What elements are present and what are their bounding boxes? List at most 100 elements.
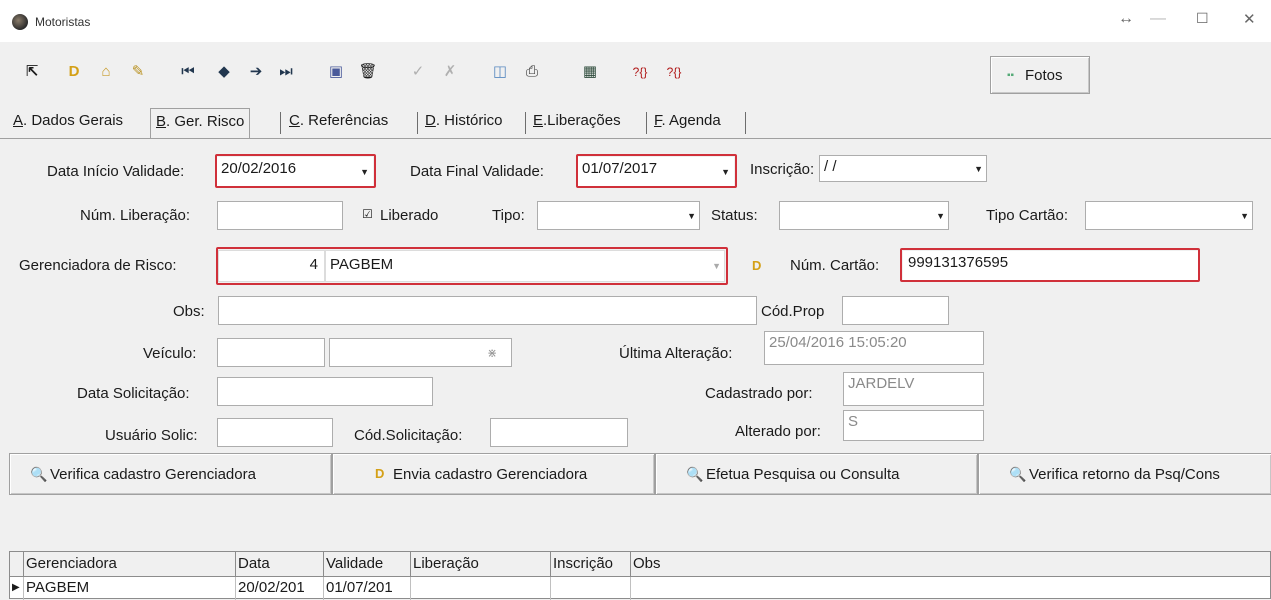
cod-solicitacao-label: Cód.Solicitação: [354, 427, 463, 444]
table-cell[interactable] [411, 577, 551, 600]
tipo-cartao-field[interactable]: ▼ [1085, 201, 1253, 230]
tab-separator [525, 112, 526, 134]
usuario-solic-label: Usuário Solic: [105, 427, 198, 444]
tab-label: . Histórico [435, 112, 503, 129]
confirm-icon[interactable]: ✓ [408, 64, 428, 80]
cod-solicitacao-field[interactable] [490, 418, 628, 447]
print-icon[interactable]: ⎙ [522, 64, 542, 80]
tab-separator [280, 112, 281, 134]
table-cell[interactable]: 20/02/201 [236, 577, 324, 600]
tab-label: .Liberações [543, 112, 621, 129]
tab-separator [417, 112, 418, 134]
liberado-checkbox[interactable]: ☑ [361, 208, 374, 221]
status-field[interactable]: ▼ [779, 201, 949, 230]
prev-icon[interactable]: ◆ [214, 64, 234, 80]
minimize-button[interactable]: — [1150, 10, 1166, 28]
tab-historico[interactable]: D. Histórico [420, 108, 508, 138]
chevron-down-icon[interactable]: ▼ [974, 164, 983, 174]
veiculo-code-field[interactable] [217, 338, 325, 367]
grid-header[interactable]: Obs [631, 552, 1270, 577]
lookup-icon[interactable]: ⋇ [487, 346, 497, 360]
grid-header[interactable]: Gerenciadora [24, 552, 236, 577]
first-icon[interactable]: ⏮ [178, 64, 198, 80]
efetua-pesquisa-button[interactable]: 🔍 Efetua Pesquisa ou Consulta [655, 453, 978, 495]
inscricao-field[interactable]: / / ▼ [819, 155, 987, 182]
edit-icon[interactable]: ✎ [128, 64, 148, 80]
tab-agenda[interactable]: F. Agenda [649, 108, 726, 138]
resize-icon[interactable]: ↔ [1118, 10, 1134, 28]
exit-icon[interactable]: ⇱ [22, 64, 42, 80]
veiculo-name-field[interactable]: ⋇ [329, 338, 512, 367]
usuario-solic-field[interactable] [217, 418, 333, 447]
cod-prop-label: Cód.Prop [761, 303, 825, 320]
verifica-cadastro-button[interactable]: 🔍 Verifica cadastro Gerenciadora [9, 453, 332, 495]
tab-label: . Agenda [661, 112, 721, 129]
num-liberacao-field[interactable] [217, 201, 343, 230]
table-cell[interactable]: 01/07/201 [324, 577, 411, 600]
open-icon[interactable]: ⌂ [96, 64, 116, 80]
search-icon: 🔍 [1009, 466, 1027, 482]
status-label: Status: [711, 207, 758, 224]
chevron-down-icon[interactable]: ▼ [687, 211, 696, 221]
help-icon[interactable]: ?{} [630, 64, 650, 80]
calculator-icon[interactable]: ▦ [580, 64, 600, 80]
table-cell[interactable] [551, 577, 631, 600]
data-inicio-label: Data Início Validade: [47, 163, 185, 180]
maximize-button[interactable]: ☐ [1196, 10, 1209, 27]
tipo-field[interactable]: ▼ [537, 201, 700, 230]
last-icon[interactable]: ⏭ [276, 64, 296, 80]
tipo-cartao-label: Tipo Cartão: [986, 207, 1068, 224]
new-icon[interactable]: D [752, 258, 761, 273]
data-solicitacao-label: Data Solicitação: [77, 385, 190, 402]
delete-icon[interactable]: 🗑 [358, 64, 378, 80]
liberado-label: Liberado [380, 207, 439, 224]
search-icon: 🔍 [30, 466, 48, 482]
data-solicitacao-field[interactable] [217, 377, 433, 406]
close-button[interactable]: ✕ [1243, 10, 1256, 28]
new-icon[interactable]: D [64, 64, 84, 80]
table-cell[interactable] [631, 577, 1270, 600]
tab-ger-risco[interactable]: B. Ger. Risco [150, 108, 251, 138]
title-bar: Motoristas ↔ — ☐ ✕ [0, 0, 1271, 42]
verifica-retorno-button[interactable]: 🔍 Verifica retorno da Psq/Cons [978, 453, 1271, 495]
efetua-pesquisa-label: Efetua Pesquisa ou Consulta [706, 466, 900, 483]
tab-key: B [156, 113, 167, 130]
grid-indicator-header [10, 552, 24, 577]
cancel-icon[interactable]: ✗ [440, 64, 460, 80]
cadastrado-por-label: Cadastrado por: [705, 385, 813, 402]
chevron-down-icon[interactable]: ▼ [1240, 211, 1249, 221]
tipo-label: Tipo: [492, 207, 525, 224]
grid-header[interactable]: Data [236, 552, 324, 577]
grid-header[interactable]: Liberação [411, 552, 551, 577]
obs-field[interactable] [218, 296, 757, 325]
new-icon: D [375, 466, 385, 481]
ultima-alteracao-field: 25/04/2016 15:05:20 [764, 331, 984, 365]
tab-divider [0, 138, 1271, 139]
envia-cadastro-button[interactable]: D Envia cadastro Gerenciadora [332, 453, 655, 495]
tab-key: D [425, 112, 436, 129]
preview-icon[interactable]: ◫ [490, 64, 510, 80]
grid-header[interactable]: Inscrição [551, 552, 631, 577]
row-pointer-icon: ▶ [10, 577, 24, 600]
help2-icon[interactable]: ?{} [664, 64, 684, 80]
highlight-box [576, 154, 737, 188]
cod-prop-field[interactable] [842, 296, 949, 325]
inscricao-value: / / [824, 158, 837, 175]
chevron-down-icon[interactable]: ▼ [936, 211, 945, 221]
next-icon[interactable]: ➔ [246, 64, 266, 80]
data-final-label: Data Final Validade: [410, 163, 544, 180]
highlight-box [216, 247, 728, 285]
highlight-box [215, 154, 376, 188]
obs-label: Obs: [173, 303, 205, 320]
search-icon: 🔍 [686, 466, 704, 482]
grid-header[interactable]: Validade [324, 552, 411, 577]
tab-key: C [289, 112, 300, 129]
tab-dados-gerais[interactable]: A. Dados Gerais [8, 108, 128, 138]
results-grid[interactable]: Gerenciadora Data Validade Liberação Ins… [9, 551, 1271, 600]
fotos-button[interactable]: ▪▪ Fotos [990, 56, 1090, 94]
tab-liberacoes[interactable]: E.Liberações [528, 108, 626, 138]
tab-referencias[interactable]: C. Referências [284, 108, 393, 138]
search-icon[interactable]: ▣ [326, 64, 346, 80]
highlight-box [900, 248, 1200, 282]
table-cell[interactable]: PAGBEM [24, 577, 236, 600]
